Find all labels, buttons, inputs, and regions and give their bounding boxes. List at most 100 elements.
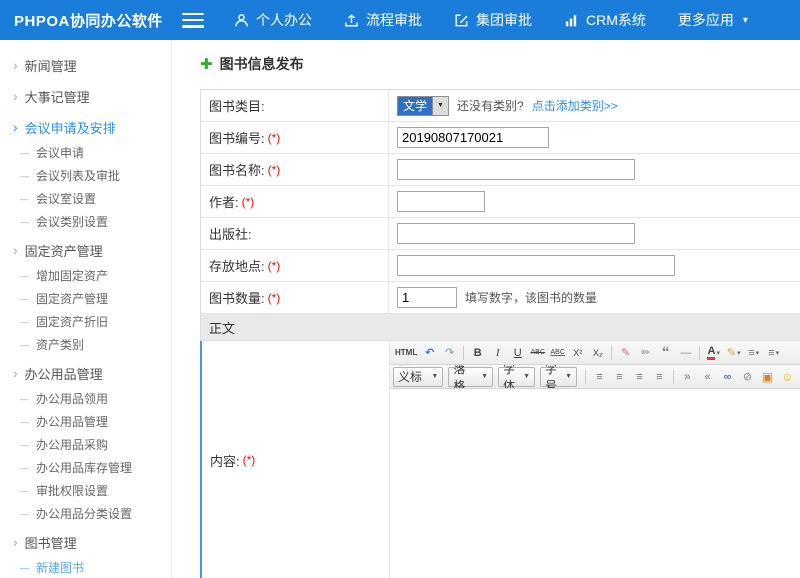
app-logo[interactable]: PHPOA协同办公软件: [0, 10, 172, 31]
sidebar-item[interactable]: —办公用品领用: [0, 387, 171, 410]
toolbar-separator: [673, 370, 674, 384]
custom-title-dropdown[interactable]: 自定义标题▼: [393, 367, 443, 387]
sidebar-group[interactable]: ›办公用品管理: [0, 359, 171, 387]
sidebar-item[interactable]: —资产类别: [0, 333, 171, 356]
sidebar-item[interactable]: —办公用品库存管理: [0, 456, 171, 479]
unlink-icon[interactable]: ⊘: [738, 367, 757, 386]
author-label: 作者:: [209, 192, 239, 211]
redo-icon[interactable]: ↷: [440, 343, 459, 362]
form-row: 图书编号:(*): [201, 122, 800, 154]
sidebar-item[interactable]: —会议类别设置: [0, 210, 171, 233]
caret-down-icon: ▾: [756, 349, 760, 357]
sidebar-group[interactable]: ›固定资产管理: [0, 236, 171, 264]
emoticon-icon[interactable]: ☺: [778, 367, 797, 386]
blockquote-icon[interactable]: “: [656, 343, 675, 362]
book-category-label: 图书类目:: [209, 96, 265, 115]
ordered-list-icon[interactable]: ≡▾: [744, 343, 763, 362]
sidebar-item[interactable]: —增加固定资产: [0, 264, 171, 287]
outdent-icon[interactable]: «: [698, 367, 717, 386]
author-field-cell: [389, 186, 800, 217]
dash-icon: —: [20, 417, 29, 427]
book-name-input[interactable]: [397, 159, 635, 180]
sidebar-item-label: 固定资产管理: [36, 290, 108, 307]
sidebar-item[interactable]: —会议申请: [0, 141, 171, 164]
bold-icon[interactable]: B: [468, 343, 487, 362]
book-code-input[interactable]: [397, 127, 549, 148]
font-color-icon[interactable]: A▾: [704, 343, 723, 362]
editor-toolbar-row2: 自定义标题▼段落格式▼字体▼字号▼≡≡≡≡»«∞⊘▣☺: [390, 365, 800, 389]
align-justify-icon[interactable]: ≡: [650, 367, 669, 386]
sidebar-item-label: 图书管理: [25, 533, 77, 552]
indent-icon[interactable]: »: [678, 367, 697, 386]
sidebar-item[interactable]: —办公用品分类设置: [0, 502, 171, 525]
sidebar-item-label: 新闻管理: [25, 56, 77, 75]
nav-process-approval[interactable]: 流程审批: [344, 10, 422, 30]
sidebar-item[interactable]: — 固定资产折旧: [0, 310, 171, 333]
sidebar-item[interactable]: —办公用品管理: [0, 410, 171, 433]
sidebar-item[interactable]: —会议室设置: [0, 187, 171, 210]
book-code-field-cell: [389, 122, 800, 153]
nav-crm-system[interactable]: CRM系统: [564, 10, 646, 30]
sidebar-group[interactable]: › 图书管理: [0, 528, 171, 556]
sidebar-item-label: 资产类别: [36, 336, 84, 353]
chevron-right-icon: ›: [13, 535, 18, 549]
unordered-list-icon[interactable]: ≡▾: [764, 343, 783, 362]
book-name-label: 图书名称:: [209, 160, 265, 179]
sidebar-group[interactable]: ›会议申请及安排: [0, 113, 171, 141]
chevron-right-icon: ›: [13, 89, 18, 103]
dash-icon: —: [20, 317, 29, 327]
sidebar-item-label: 固定资产管理: [25, 241, 103, 260]
sidebar-item[interactable]: —新建图书: [0, 556, 171, 578]
align-center-icon[interactable]: ≡: [610, 367, 629, 386]
sidebar-item[interactable]: —会议列表及审批: [0, 164, 171, 187]
required-mark: (*): [268, 259, 281, 273]
horizontal-rule-icon[interactable]: —: [676, 343, 695, 362]
format-painter-icon[interactable]: ✏: [636, 343, 655, 362]
subscript-icon[interactable]: X₂: [588, 343, 607, 362]
book-category-label-cell: 图书类目:: [201, 90, 389, 121]
dash-icon: —: [20, 463, 29, 473]
link-icon[interactable]: ∞: [718, 367, 737, 386]
category-select[interactable]: 文学▼: [397, 96, 449, 116]
highlight-color-icon[interactable]: ✎▾: [724, 343, 743, 362]
sidebar-item[interactable]: —审批权限设置: [0, 479, 171, 502]
sidebar-item[interactable]: —固定资产管理: [0, 287, 171, 310]
nav-more-apps[interactable]: 更多应用 ▾: [678, 10, 748, 30]
author-input[interactable]: [397, 191, 485, 212]
chevron-right-icon: ›: [13, 58, 18, 72]
dash-icon: —: [20, 486, 29, 496]
publisher-input[interactable]: [397, 223, 635, 244]
sidebar-group[interactable]: ›大事记管理: [0, 82, 171, 110]
paragraph-format-dropdown[interactable]: 段落格式▼: [448, 367, 493, 387]
location-input[interactable]: [397, 255, 675, 276]
sidebar-group[interactable]: › 新闻管理: [0, 51, 171, 79]
add-category-link[interactable]: 点击添加类别>>: [532, 97, 618, 114]
nav-group-approval[interactable]: 集团审批: [454, 10, 532, 30]
superscript-icon[interactable]: X²: [568, 343, 587, 362]
quantity-input[interactable]: [397, 287, 457, 308]
caret-down-icon: ▾: [776, 349, 780, 357]
sidebar-item-label: 固定资产折旧: [36, 313, 108, 330]
undo-icon[interactable]: ↶: [420, 343, 439, 362]
strikethrough-icon[interactable]: ABC: [528, 343, 547, 362]
font-size-dropdown[interactable]: 字号▼: [540, 367, 577, 387]
align-right-icon[interactable]: ≡: [630, 367, 649, 386]
align-left-icon[interactable]: ≡: [590, 367, 609, 386]
font-family-dropdown[interactable]: 字体▼: [498, 367, 535, 387]
source-icon[interactable]: HTML: [393, 343, 419, 362]
book-code-label-cell: 图书编号:(*): [201, 122, 389, 153]
hamburger-menu-icon[interactable]: [182, 13, 204, 28]
underline-icon[interactable]: U: [508, 343, 527, 362]
sidebar-item[interactable]: —办公用品采购: [0, 433, 171, 456]
book-name-field-cell: [389, 154, 800, 185]
location-label: 存放地点:: [209, 256, 265, 275]
image-icon[interactable]: ▣: [758, 367, 777, 386]
editor-content[interactable]: [390, 389, 800, 578]
remove-format-icon[interactable]: ✎: [616, 343, 635, 362]
nav-personal-office[interactable]: 个人办公: [234, 10, 312, 30]
italic-icon[interactable]: I: [488, 343, 507, 362]
caret-down-icon: ▼: [565, 373, 572, 380]
section-header: 正文: [201, 314, 800, 341]
spellcheck-icon[interactable]: ABC: [548, 343, 567, 362]
editor-toolbar-row1: HTML↶↷BIUABCABCX²X₂✎✏“—A▾✎▾≡▾≡▾: [390, 341, 800, 365]
